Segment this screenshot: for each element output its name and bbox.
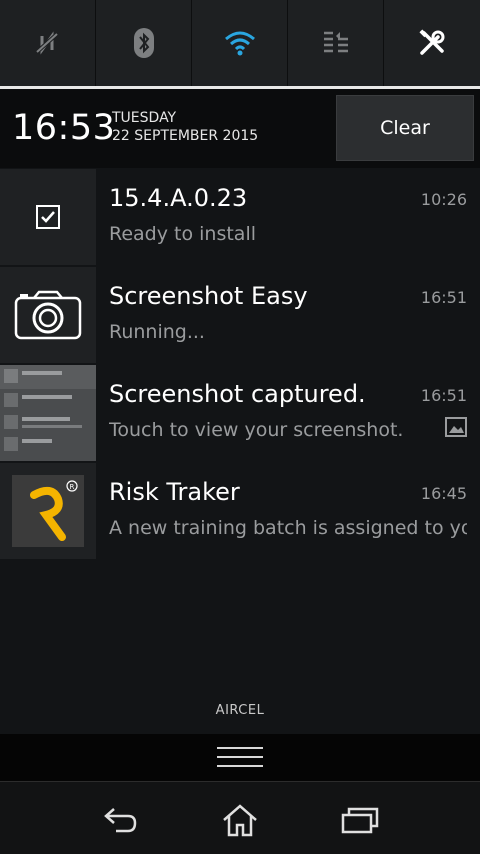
data-traffic-icon xyxy=(323,31,348,53)
wifi-icon xyxy=(224,31,255,56)
notification-text: A new training batch is assigned to you xyxy=(109,517,467,539)
notification-icon xyxy=(0,267,96,363)
wifi-toggle[interactable] xyxy=(192,0,288,86)
notification-time: 10:26 xyxy=(420,190,467,209)
nfc-off-icon xyxy=(35,31,58,55)
back-button[interactable] xyxy=(90,796,150,844)
home-icon xyxy=(223,804,257,837)
notification-item[interactable]: Screenshot Easy Running... 16:51 xyxy=(0,267,480,363)
notification-item[interactable]: 15.4.A.0.23 Ready to install 10:26 xyxy=(0,169,480,265)
notification-title: Risk Traker xyxy=(109,478,240,506)
notification-title: Screenshot captured. xyxy=(109,380,366,408)
clock-date: 22 SEPTEMBER 2015 xyxy=(112,128,259,144)
back-icon xyxy=(104,808,137,833)
recent-apps-button[interactable] xyxy=(330,796,390,844)
notification-title: Screenshot Easy xyxy=(109,282,308,310)
notification-icon xyxy=(0,365,96,461)
notification-sub-icon xyxy=(445,417,467,441)
image-icon xyxy=(445,417,467,437)
camera-icon xyxy=(14,290,82,340)
home-button[interactable] xyxy=(210,796,270,844)
notification-icon: R xyxy=(0,463,96,559)
risk-traker-logo: R xyxy=(12,475,84,547)
quick-settings-bar xyxy=(0,0,480,86)
clock-time: 16:53 xyxy=(12,108,116,148)
carrier-label: AIRCEL xyxy=(215,703,265,718)
notification-item[interactable]: R Risk Traker A new training batch is as… xyxy=(0,463,480,559)
settings-button[interactable] xyxy=(384,0,480,86)
notification-item[interactable]: Screenshot captured. Touch to view your … xyxy=(0,365,480,461)
notification-text: Touch to view your screenshot. xyxy=(109,419,404,441)
recent-apps-icon xyxy=(341,807,379,834)
data-traffic-toggle[interactable] xyxy=(288,0,384,86)
notification-icon xyxy=(0,169,96,265)
checkbox-icon xyxy=(36,205,60,229)
nfc-toggle[interactable] xyxy=(0,0,96,86)
notification-time: 16:45 xyxy=(420,484,467,503)
settings-icon xyxy=(419,29,445,55)
screenshot-thumbnail xyxy=(0,365,96,461)
bluetooth-toggle[interactable] xyxy=(96,0,192,86)
drag-handle-icon[interactable] xyxy=(217,746,263,768)
bluetooth-icon xyxy=(133,28,154,58)
notification-text: Ready to install xyxy=(109,223,257,245)
notification-text: Running... xyxy=(109,321,205,343)
clock-day: TUESDAY xyxy=(112,110,177,126)
notification-time: 16:51 xyxy=(420,386,467,405)
notification-title: 15.4.A.0.23 xyxy=(109,184,248,212)
clear-button[interactable]: Clear xyxy=(336,95,474,161)
notification-time: 16:51 xyxy=(420,288,467,307)
svg-text:R: R xyxy=(70,483,75,491)
